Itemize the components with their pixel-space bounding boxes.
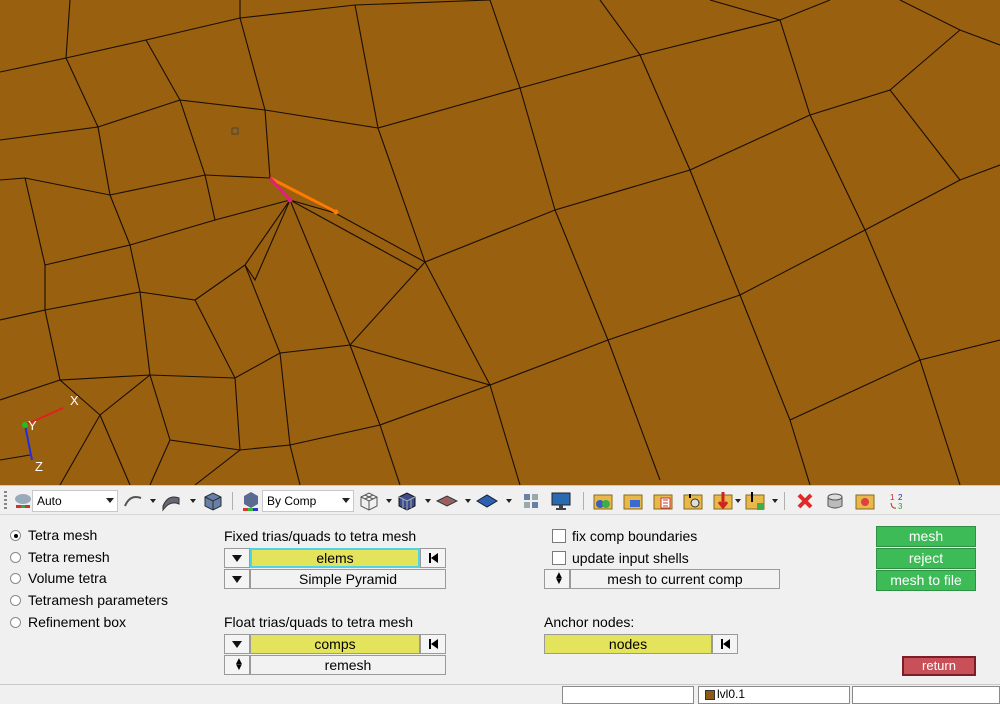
chevron-down-icon [232, 576, 242, 583]
visualization-icon[interactable] [12, 490, 34, 512]
mode-radio-tetramesh-parameters[interactable]: Tetramesh parameters [10, 591, 168, 609]
chevron-down-icon [232, 555, 242, 562]
mode-radio-volume-tetra[interactable]: Volume tetra [10, 569, 107, 587]
fixed-entity-dropdown[interactable] [224, 548, 250, 568]
mode-radio-refinement-box[interactable]: Refinement box [10, 613, 126, 631]
component-color-swatch [705, 689, 715, 700]
current-component-name: lvl0.1 [717, 687, 746, 701]
radio-icon[interactable] [10, 616, 21, 628]
color-mode-value: By Comp [267, 494, 317, 508]
surface-shading-icon[interactable] [160, 490, 182, 512]
float-trias-title: Float trias/quads to tetra mesh [224, 614, 414, 630]
float-entity-dropdown[interactable] [224, 634, 250, 654]
mode-label: Tetramesh parameters [28, 592, 169, 608]
shaded-cube-icon[interactable] [396, 490, 418, 512]
fixed-entity-selector[interactable]: elems [250, 548, 420, 568]
update-input-shells-label: update input shells [572, 550, 689, 566]
tetramesh-panel: Tetra mesh Tetra remesh Volume tetra Tet… [0, 516, 1000, 684]
component-table-icon[interactable] [652, 490, 674, 512]
component-dest-field[interactable]: mesh to current comp [570, 569, 780, 589]
solid-cube-icon[interactable] [202, 490, 224, 512]
mode-label: Refinement box [28, 614, 127, 630]
components-icon[interactable] [592, 490, 614, 512]
return-button[interactable]: return [902, 656, 976, 676]
fix-comp-boundaries-checkbox[interactable] [552, 529, 566, 543]
float-entity-reset-icon[interactable] [420, 634, 446, 654]
fixed-type-dropdown[interactable] [224, 569, 250, 589]
status-field-3 [852, 686, 1000, 704]
visualization-toolbar: Auto By Comp 1 2 3 [0, 485, 1000, 515]
mesh-canvas[interactable]: X Y Z [0, 0, 1000, 485]
status-field-1 [562, 686, 694, 704]
component-dest-toggle[interactable]: ▲ ▼ [544, 569, 570, 589]
svg-text:2: 2 [898, 493, 903, 502]
flat-shade-icon[interactable] [476, 490, 498, 512]
mesh-to-file-button[interactable]: mesh to file [876, 570, 976, 591]
find-icon[interactable] [682, 490, 704, 512]
monitor-icon[interactable] [550, 490, 572, 512]
numbering-icon[interactable]: 1 23 [886, 490, 908, 512]
geometry-shading-icon[interactable] [122, 490, 144, 512]
grip-icon[interactable] [4, 491, 7, 511]
graphics-viewport[interactable]: X Y Z [0, 0, 1000, 485]
triad-y-label: Y [28, 418, 37, 433]
up-down-icon: ▲ ▼ [234, 656, 244, 673]
mesh-button[interactable]: mesh [876, 526, 976, 547]
fixed-entity-reset-icon[interactable] [420, 548, 446, 568]
mode-radio-tetra-mesh[interactable]: Tetra mesh [10, 526, 97, 544]
mode-label: Tetra remesh [28, 549, 110, 565]
reject-button[interactable]: reject [876, 548, 976, 569]
view-mode-select[interactable]: Auto [32, 490, 118, 512]
radio-icon[interactable] [10, 572, 21, 584]
element-grid-icon[interactable] [520, 490, 542, 512]
unmask-icon[interactable] [744, 490, 766, 512]
triad-x-label: X [70, 393, 79, 408]
current-component-field[interactable]: lvl0.1 [698, 686, 850, 704]
by-comp-color-icon[interactable] [240, 490, 262, 512]
review-folder-icon[interactable] [854, 490, 876, 512]
radio-icon[interactable] [10, 551, 21, 563]
triad-z-label: Z [35, 459, 43, 474]
fixed-trias-title: Fixed trias/quads to tetra mesh [224, 528, 417, 544]
up-down-icon: ▲ ▼ [554, 570, 564, 587]
mode-label: Volume tetra [28, 570, 107, 586]
status-bar: lvl0.1 [0, 684, 1000, 704]
mode-radio-tetra-remesh[interactable]: Tetra remesh [10, 548, 110, 566]
wireframe-cube-icon[interactable] [358, 490, 380, 512]
anchor-nodes-selector[interactable]: nodes [544, 634, 712, 654]
radio-selected-icon[interactable] [10, 529, 21, 541]
chevron-down-icon [232, 641, 242, 648]
mask-icon[interactable] [712, 490, 734, 512]
float-type-field[interactable]: remesh [250, 655, 446, 675]
float-entity-selector[interactable]: comps [250, 634, 420, 654]
color-mode-select[interactable]: By Comp [262, 490, 354, 512]
mode-label: Tetra mesh [28, 527, 98, 543]
anchor-nodes-reset-icon[interactable] [712, 634, 738, 654]
svg-text:3: 3 [898, 502, 903, 511]
component-folder-icon[interactable] [622, 490, 644, 512]
cylinder-icon[interactable] [824, 490, 846, 512]
anchor-nodes-title: Anchor nodes: [544, 614, 635, 630]
svg-text:1: 1 [890, 493, 895, 502]
delete-icon[interactable] [794, 490, 816, 512]
fix-comp-boundaries-label: fix comp boundaries [572, 528, 698, 544]
fixed-type-field[interactable]: Simple Pyramid [250, 569, 446, 589]
radio-icon[interactable] [10, 594, 21, 606]
float-type-toggle[interactable]: ▲ ▼ [224, 655, 250, 675]
shrink-elements-icon[interactable] [436, 490, 458, 512]
update-input-shells-checkbox[interactable] [552, 551, 566, 565]
view-mode-value: Auto [37, 494, 62, 508]
